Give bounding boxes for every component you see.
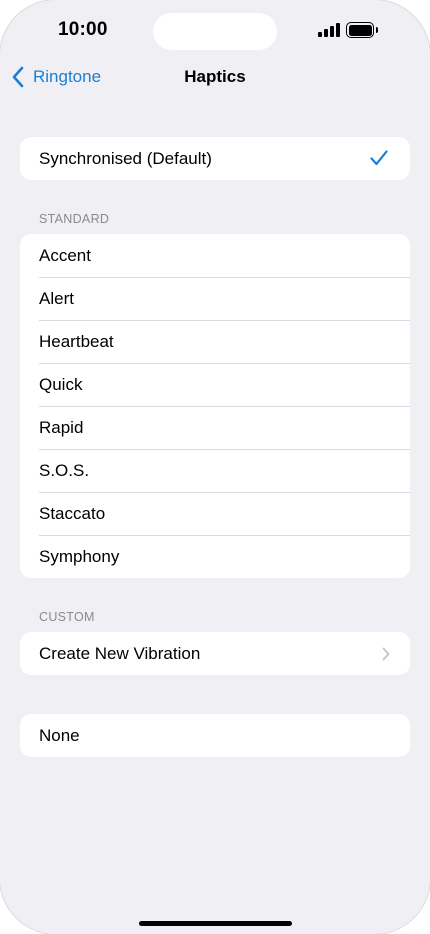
page-title: Haptics bbox=[184, 67, 246, 86]
option-label: Rapid bbox=[39, 417, 84, 437]
custom-group: Create New Vibration bbox=[20, 632, 410, 675]
option-quick[interactable]: Quick bbox=[20, 363, 410, 406]
option-staccato[interactable]: Staccato bbox=[20, 492, 410, 535]
option-label: Synchronised (Default) bbox=[39, 148, 212, 168]
option-rapid[interactable]: Rapid bbox=[20, 406, 410, 449]
option-accent[interactable]: Accent bbox=[20, 234, 410, 277]
phone-screen: 10:00 Ringtone Haptics Synchronised (Def… bbox=[0, 0, 430, 934]
option-label: Accent bbox=[39, 245, 91, 265]
cellular-signal-icon bbox=[318, 23, 340, 37]
dynamic-island bbox=[153, 13, 277, 50]
status-time: 10:00 bbox=[58, 19, 108, 40]
option-symphony[interactable]: Symphony bbox=[20, 535, 410, 578]
option-sos[interactable]: S.O.S. bbox=[20, 449, 410, 492]
checkmark-icon bbox=[370, 150, 388, 166]
option-alert[interactable]: Alert bbox=[20, 277, 410, 320]
option-heartbeat[interactable]: Heartbeat bbox=[20, 320, 410, 363]
option-label: None bbox=[39, 725, 80, 745]
navigation-bar: Ringtone Haptics bbox=[0, 60, 430, 96]
option-label: Alert bbox=[39, 288, 74, 308]
section-header-standard: STANDARD bbox=[39, 212, 110, 226]
standard-group: Accent Alert Heartbeat Quick Rapid S.O.S… bbox=[20, 234, 410, 578]
option-synchronised-default[interactable]: Synchronised (Default) bbox=[20, 137, 410, 180]
option-label: Heartbeat bbox=[39, 331, 114, 351]
option-label: S.O.S. bbox=[39, 460, 90, 480]
none-group: None bbox=[20, 714, 410, 757]
option-label: Quick bbox=[39, 374, 83, 394]
home-indicator bbox=[139, 921, 292, 926]
option-none[interactable]: None bbox=[20, 714, 410, 757]
chevron-right-icon bbox=[382, 647, 390, 661]
default-group: Synchronised (Default) bbox=[20, 137, 410, 180]
option-label: Create New Vibration bbox=[39, 643, 201, 663]
status-bar: 10:00 bbox=[0, 0, 430, 60]
section-header-custom: CUSTOM bbox=[39, 610, 95, 624]
option-label: Staccato bbox=[39, 503, 106, 523]
option-label: Symphony bbox=[39, 546, 120, 566]
create-new-vibration-button[interactable]: Create New Vibration bbox=[20, 632, 410, 675]
battery-icon bbox=[346, 22, 378, 38]
